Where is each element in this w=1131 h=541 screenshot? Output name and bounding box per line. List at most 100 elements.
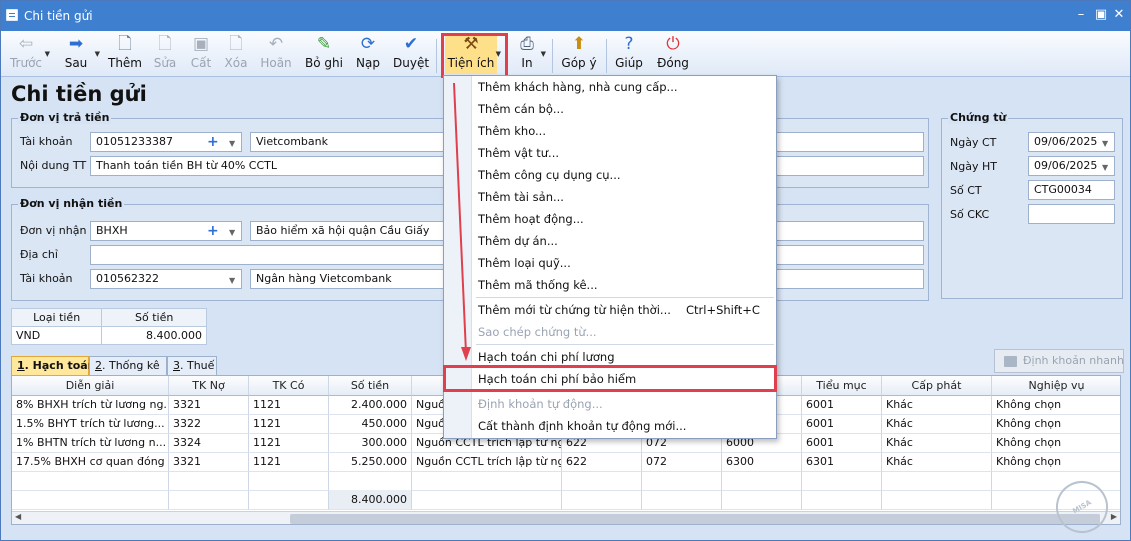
- dropdown-icon[interactable]: ▼: [229, 139, 235, 148]
- grid-cell[interactable]: Nguồn CCTL trích lập từ ng...: [412, 453, 562, 472]
- grid-cell[interactable]: 6001: [802, 415, 882, 434]
- dropdown-icon[interactable]: ▼: [229, 276, 235, 285]
- grid-cell[interactable]: [882, 472, 992, 491]
- grid-cell[interactable]: [992, 472, 1120, 491]
- grid-cell[interactable]: Không chọn: [992, 415, 1120, 434]
- grid-cell[interactable]: [882, 491, 992, 510]
- grid-cell[interactable]: 622: [562, 453, 642, 472]
- grid-cell[interactable]: [169, 491, 249, 510]
- menu-item[interactable]: Cất thành định khoản tự động mới...: [478, 419, 686, 433]
- grid-cell[interactable]: [12, 491, 169, 510]
- help-button[interactable]: ? Giúp: [613, 34, 645, 74]
- close-icon[interactable]: ✕: [1111, 7, 1127, 23]
- grid-cell[interactable]: [412, 472, 562, 491]
- delete-button[interactable]: 🗋 Xóa: [221, 34, 251, 74]
- grid-header[interactable]: Số tiền: [329, 376, 412, 396]
- minimize-icon[interactable]: –: [1073, 7, 1089, 23]
- grid-cell[interactable]: 3324: [169, 434, 249, 453]
- payee-account-input[interactable]: 010562322: [90, 269, 242, 289]
- grid-cell[interactable]: [722, 472, 802, 491]
- menu-item[interactable]: Thêm công cụ dụng cụ...: [478, 168, 621, 182]
- grid-cell[interactable]: [562, 472, 642, 491]
- ckc-number-input[interactable]: [1028, 204, 1115, 224]
- add-icon[interactable]: +: [207, 224, 219, 238]
- menu-item[interactable]: Thêm mới từ chứng từ hiện thời...: [478, 303, 671, 317]
- grid-cell[interactable]: Khác: [882, 434, 992, 453]
- menu-item[interactable]: Hạch toán chi phí lương: [478, 350, 615, 364]
- tab-tax[interactable]: 3. Thuế: [167, 356, 217, 375]
- quick-entry-button[interactable]: Định khoản nhanh: [994, 349, 1124, 373]
- grid-cell[interactable]: [642, 472, 722, 491]
- grid-cell[interactable]: 1121: [249, 453, 329, 472]
- grid-cell[interactable]: [642, 491, 722, 510]
- unpost-button[interactable]: ✎ Bỏ ghi: [305, 34, 343, 74]
- grid-cell[interactable]: [12, 472, 169, 491]
- menu-item[interactable]: Thêm kho...: [478, 124, 546, 138]
- currency-amount[interactable]: 8.400.000: [101, 326, 207, 345]
- menu-item[interactable]: Thêm cán bộ...: [478, 102, 564, 116]
- maximize-icon[interactable]: ▣: [1093, 7, 1109, 23]
- grid-cell[interactable]: 3321: [169, 453, 249, 472]
- menu-item[interactable]: Sao chép chứng từ...: [478, 325, 597, 339]
- grid-cell[interactable]: [169, 472, 249, 491]
- menu-item[interactable]: Thêm mã thống kê...: [478, 278, 598, 292]
- grid-cell[interactable]: [249, 472, 329, 491]
- grid-header[interactable]: TK Có: [249, 376, 329, 396]
- grid-cell[interactable]: [562, 491, 642, 510]
- grid-cell[interactable]: [802, 472, 882, 491]
- grid-header[interactable]: Diễn giải: [12, 376, 169, 396]
- dropdown-icon[interactable]: ▼: [1102, 163, 1108, 172]
- voucher-number-input[interactable]: CTG00034: [1028, 180, 1115, 200]
- grid-cell[interactable]: 6301: [802, 453, 882, 472]
- grid-cell[interactable]: 1121: [249, 415, 329, 434]
- grid-cell[interactable]: 6001: [802, 396, 882, 415]
- grid-cell[interactable]: 3321: [169, 396, 249, 415]
- next-button[interactable]: ➡ Sau ▼: [59, 34, 100, 74]
- approve-button[interactable]: ✔ Duyệt: [393, 34, 429, 74]
- grid-cell[interactable]: 6300: [722, 453, 802, 472]
- grid-header[interactable]: Nghiệp vụ: [992, 376, 1120, 396]
- grid-cell[interactable]: [412, 491, 562, 510]
- reload-button[interactable]: ⟳ Nạp: [353, 34, 383, 74]
- grid-cell[interactable]: 17.5% BHXH cơ quan đóng: [12, 453, 169, 472]
- grid-cell[interactable]: 1121: [249, 434, 329, 453]
- grid-header[interactable]: Cấp phát: [882, 376, 992, 396]
- grid-cell[interactable]: 6001: [802, 434, 882, 453]
- grid-cell[interactable]: 3322: [169, 415, 249, 434]
- grid-cell[interactable]: Không chọn: [992, 453, 1120, 472]
- grid-cell[interactable]: 5.250.000: [329, 453, 412, 472]
- prev-button[interactable]: ⇦ Trước ▼: [9, 34, 50, 74]
- dropdown-icon[interactable]: ▼: [1102, 139, 1108, 148]
- menu-item[interactable]: Thêm loại quỹ...: [478, 256, 571, 270]
- print-button[interactable]: ⎙ In ▼: [515, 34, 546, 74]
- dropdown-icon[interactable]: ▼: [229, 228, 235, 237]
- menu-item[interactable]: Thêm khách hàng, nhà cung cấp...: [478, 80, 678, 94]
- tab-statistics[interactable]: 2. Thống kê: [89, 356, 167, 375]
- grid-cell[interactable]: 1121: [249, 396, 329, 415]
- add-button[interactable]: 🗋 Thêm: [107, 34, 143, 74]
- postpone-button[interactable]: ↶ Hoãn: [259, 34, 293, 74]
- feedback-button[interactable]: ⬆ Góp ý: [561, 34, 597, 74]
- grid-cell[interactable]: Khác: [882, 415, 992, 434]
- grid-cell[interactable]: 072: [642, 453, 722, 472]
- grid-cell[interactable]: Không chọn: [992, 396, 1120, 415]
- payee-unit-input[interactable]: BHXH: [90, 221, 242, 241]
- grid-cell[interactable]: 1% BHTN trích từ lương n...: [12, 434, 169, 453]
- tab-accounting[interactable]: 1. Hạch toán: [11, 356, 96, 375]
- menu-item[interactable]: Định khoản tự động...: [478, 397, 603, 411]
- grid-cell[interactable]: Không chọn: [992, 434, 1120, 453]
- menu-item[interactable]: Thêm dự án...: [478, 234, 558, 248]
- menu-item[interactable]: Thêm hoạt động...: [478, 212, 584, 226]
- grid-cell[interactable]: 2.400.000: [329, 396, 412, 415]
- close-form-button[interactable]: ⏻ Đóng: [655, 34, 691, 74]
- grid-cell[interactable]: 1.5% BHYT trích từ lương...: [12, 415, 169, 434]
- currency-type[interactable]: VND: [10, 326, 103, 345]
- save-button[interactable]: ▣ Cất: [187, 34, 215, 74]
- grid-cell[interactable]: [722, 491, 802, 510]
- grid-cell[interactable]: [249, 491, 329, 510]
- grid-cell[interactable]: Khác: [882, 453, 992, 472]
- grid-cell[interactable]: 450.000: [329, 415, 412, 434]
- payer-account-input[interactable]: 01051233387: [90, 132, 242, 152]
- grid-cell[interactable]: [329, 472, 412, 491]
- menu-item[interactable]: Thêm tài sản...: [478, 190, 564, 204]
